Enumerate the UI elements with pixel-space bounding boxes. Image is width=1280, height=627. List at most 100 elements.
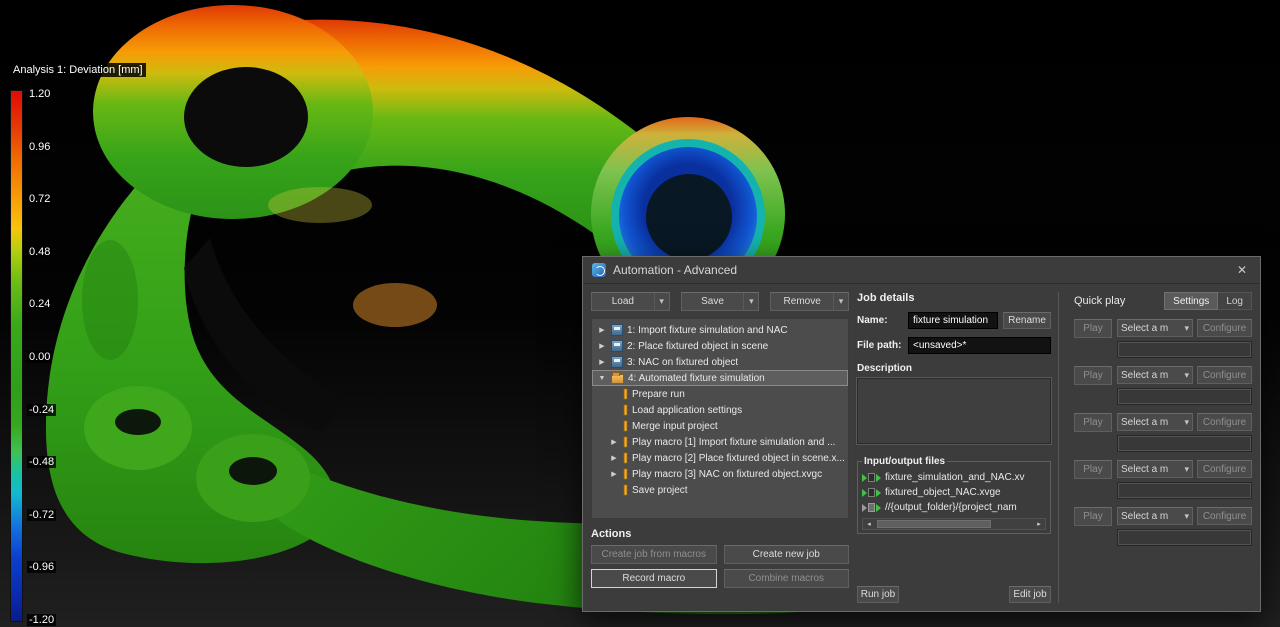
io-file-row-3[interactable]: //{output_folder}/{project_nam <box>862 500 1046 515</box>
io-files-group: Input/output files fixture_simulation_an… <box>857 456 1051 534</box>
rename-button[interactable]: Rename <box>1003 312 1051 329</box>
file-path-input[interactable]: <unsaved>* <box>908 337 1051 354</box>
name-input[interactable]: fixture simulation <box>908 312 998 329</box>
macro-argument-input[interactable] <box>1117 388 1252 405</box>
description-label: Description <box>857 363 913 374</box>
configure-button[interactable]: Configure <box>1197 460 1252 478</box>
job-details-panel: Job details Name: fixture simulation Ren… <box>857 292 1059 603</box>
expand-icon[interactable] <box>597 342 607 350</box>
dialog-title: Automation - Advanced <box>613 263 738 277</box>
color-scale-tick: 0.24 <box>27 298 53 311</box>
quick-play-row: Play Select a m Configure <box>1074 319 1252 358</box>
folder-icon <box>611 372 624 384</box>
create-job-from-macros-button[interactable]: Create job from macros <box>591 545 717 564</box>
jobs-toolbar: Load Save Remove <box>591 292 850 311</box>
select-macro-dropdown[interactable]: Select a m <box>1117 507 1193 525</box>
tree-item-step-save-project[interactable]: Save project <box>592 482 848 498</box>
macro-argument-input[interactable] <box>1117 341 1252 358</box>
run-job-button[interactable]: Run job <box>857 586 899 603</box>
expand-icon[interactable] <box>609 438 619 446</box>
macro-step-icon <box>623 436 628 448</box>
remove-dropdown-arrow-icon[interactable] <box>833 293 848 310</box>
tab-settings[interactable]: Settings <box>1164 292 1219 310</box>
macro-argument-input[interactable] <box>1117 435 1252 452</box>
select-macro-dropdown[interactable]: Select a m <box>1117 460 1193 478</box>
quick-play-header: Quick play <box>1074 295 1126 307</box>
expand-icon[interactable] <box>609 454 619 462</box>
macro-argument-input[interactable] <box>1117 482 1252 499</box>
color-scale-tick: 0.72 <box>27 193 53 206</box>
io-file-row-2[interactable]: fixtured_object_NAC.xvge <box>862 485 1046 500</box>
save-button[interactable]: Save <box>680 292 760 311</box>
actions-buttons: Create job from macros Create new job Re… <box>591 545 849 588</box>
tree-item-job-2[interactable]: 2: Place fixtured object in scene <box>592 338 848 354</box>
select-macro-dropdown[interactable]: Select a m <box>1117 413 1193 431</box>
tree-item-step-play-macro-1[interactable]: Play macro [1] Import fixture simulation… <box>592 434 848 450</box>
quick-play-row: Play Select a m Configure <box>1074 366 1252 405</box>
select-macro-dropdown[interactable]: Select a m <box>1117 366 1193 384</box>
io-file-row-1[interactable]: fixture_simulation_and_NAC.xv <box>862 470 1046 485</box>
color-scale-tick: -0.72 <box>27 508 57 521</box>
configure-button[interactable]: Configure <box>1197 366 1252 384</box>
color-scale-title: Analysis 1: Deviation [mm] <box>10 63 146 77</box>
job-icon <box>611 324 623 336</box>
select-macro-dropdown[interactable]: Select a m <box>1117 319 1193 337</box>
macro-argument-input[interactable] <box>1117 529 1252 546</box>
dialog-titlebar[interactable]: Automation - Advanced ✕ <box>583 257 1260 284</box>
description-textarea[interactable] <box>857 378 1051 444</box>
collapse-icon[interactable] <box>597 375 607 382</box>
play-button[interactable]: Play <box>1074 319 1112 338</box>
edit-job-button[interactable]: Edit job <box>1009 586 1051 603</box>
configure-button[interactable]: Configure <box>1197 413 1252 431</box>
macro-step-icon <box>623 404 628 416</box>
record-macro-button[interactable]: Record macro <box>591 569 717 588</box>
play-button[interactable]: Play <box>1074 413 1112 432</box>
expand-icon[interactable] <box>609 470 619 478</box>
tree-item-step-prepare-run[interactable]: Prepare run <box>592 386 848 402</box>
color-scale-tick: -1.20 <box>27 613 57 626</box>
macro-step-icon <box>623 420 628 432</box>
jobs-panel: Load Save Remove <box>591 292 850 603</box>
tab-log[interactable]: Log <box>1218 292 1252 310</box>
color-scale-ticks: 1.20 0.96 0.72 0.48 0.24 0.00 -0.24 -0.4… <box>27 84 57 627</box>
job-icon <box>611 356 623 368</box>
create-new-job-button[interactable]: Create new job <box>723 545 849 564</box>
io-file-icon <box>862 488 881 497</box>
load-dropdown-arrow-icon[interactable] <box>653 293 669 310</box>
tree-item-step-merge-project[interactable]: Merge input project <box>592 418 848 434</box>
load-button[interactable]: Load <box>591 292 670 311</box>
job-icon <box>611 340 623 352</box>
play-button[interactable]: Play <box>1074 366 1112 385</box>
tree-item-step-play-macro-3[interactable]: Play macro [3] NAC on fixtured object.xv… <box>592 466 848 482</box>
color-scale-tick: 0.00 <box>27 350 53 363</box>
io-file-output-icon <box>862 503 881 512</box>
io-files-horizontal-scrollbar[interactable]: ◂ ▸ <box>862 518 1046 530</box>
tree-item-job-1[interactable]: 1: Import fixture simulation and NAC <box>592 322 848 338</box>
tree-item-step-load-settings[interactable]: Load application settings <box>592 402 848 418</box>
combine-macros-button[interactable]: Combine macros <box>723 569 849 588</box>
quick-play-row: Play Select a m Configure <box>1074 460 1252 499</box>
color-scale-bar <box>10 90 23 622</box>
scroll-right-icon[interactable]: ▸ <box>1033 519 1045 529</box>
tree-item-job-4-selected[interactable]: 4: Automated fixture simulation <box>592 370 848 386</box>
job-tree[interactable]: 1: Import fixture simulation and NAC 2: … <box>591 318 849 519</box>
remove-button[interactable]: Remove <box>770 292 850 311</box>
scrollbar-thumb[interactable] <box>877 520 991 528</box>
scroll-left-icon[interactable]: ◂ <box>863 519 875 529</box>
color-scale-tick: 1.20 <box>27 88 53 100</box>
save-dropdown-arrow-icon[interactable] <box>743 293 758 310</box>
color-scale-tick: -0.24 <box>27 403 57 416</box>
macro-step-icon <box>623 452 628 464</box>
application-window: Analysis 1: Deviation [mm] 1.20 0.96 0.7… <box>0 0 1280 627</box>
color-scale-tick: 0.96 <box>27 140 53 153</box>
expand-icon[interactable] <box>597 326 607 334</box>
expand-icon[interactable] <box>597 358 607 366</box>
play-button[interactable]: Play <box>1074 460 1112 479</box>
tree-item-job-3[interactable]: 3: NAC on fixtured object <box>592 354 848 370</box>
file-path-label: File path: <box>857 340 902 351</box>
configure-button[interactable]: Configure <box>1197 319 1252 337</box>
close-icon[interactable]: ✕ <box>1233 263 1251 277</box>
tree-item-step-play-macro-2[interactable]: Play macro [2] Place fixtured object in … <box>592 450 848 466</box>
play-button[interactable]: Play <box>1074 507 1112 526</box>
configure-button[interactable]: Configure <box>1197 507 1252 525</box>
